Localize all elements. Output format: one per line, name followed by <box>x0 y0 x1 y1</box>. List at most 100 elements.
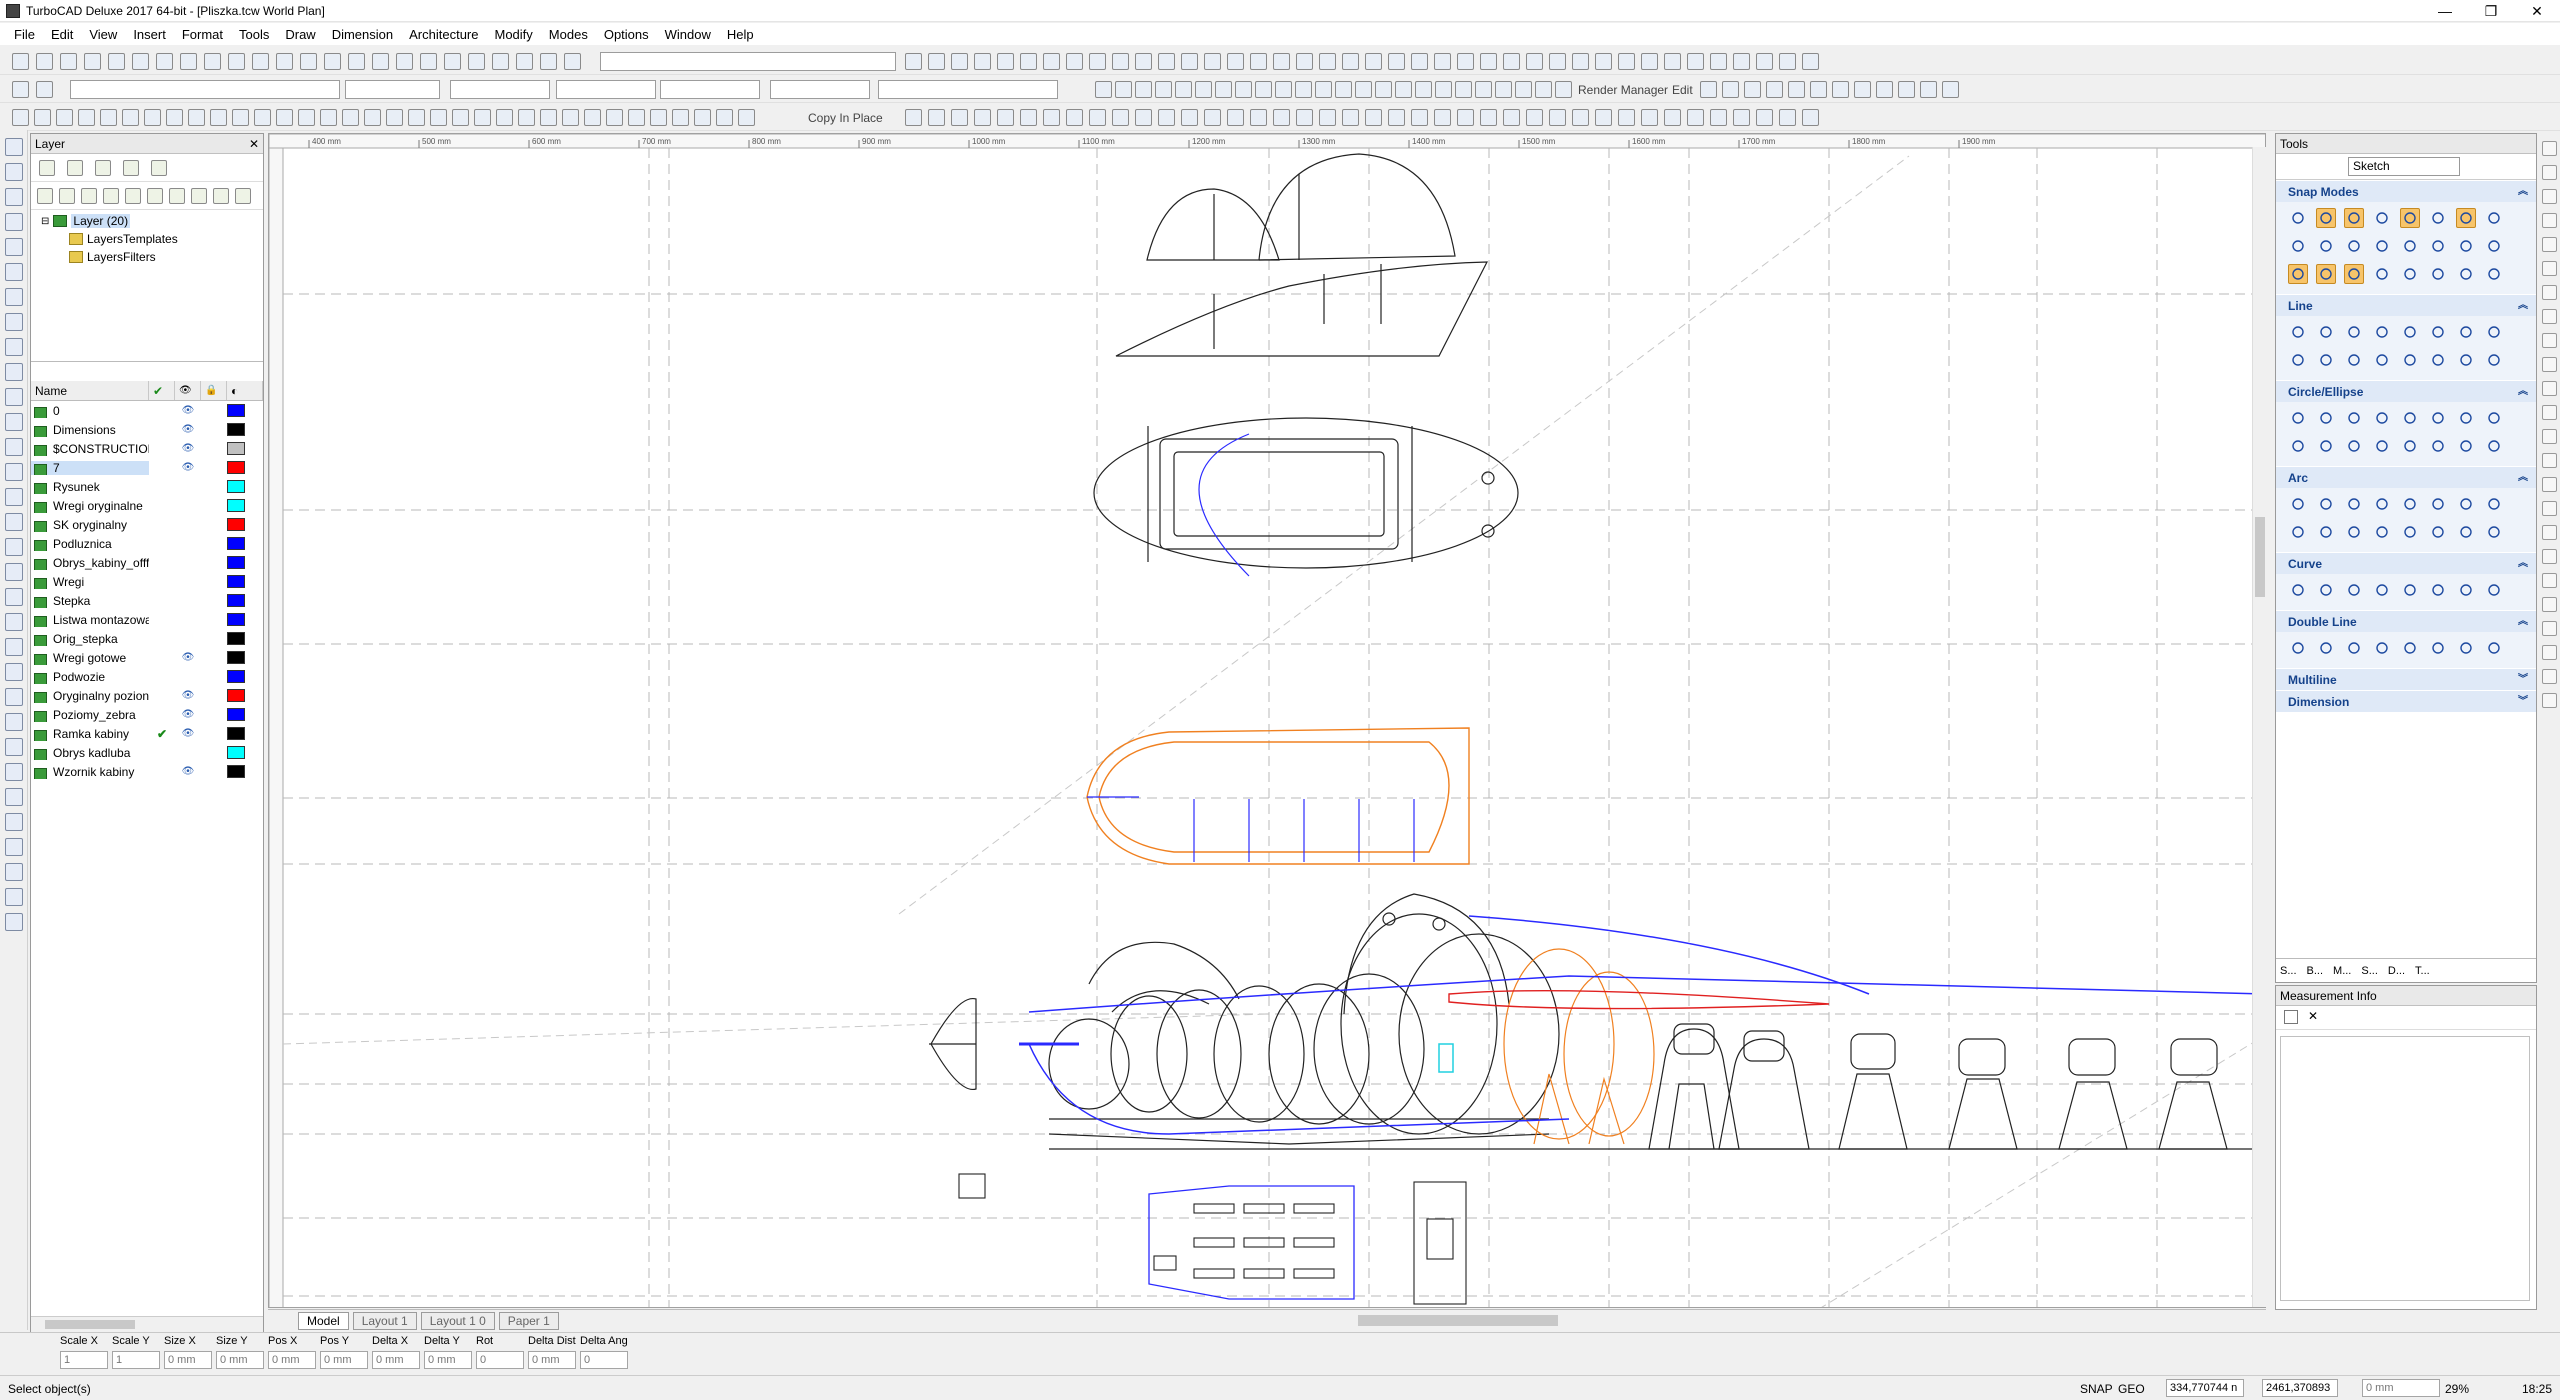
toolbar-icon[interactable] <box>1779 109 1796 126</box>
tool-icon[interactable] <box>2344 436 2364 456</box>
layer-row[interactable]: Wregi <box>31 572 263 591</box>
layer-color-swatch[interactable] <box>227 689 245 702</box>
toolbar-icon[interactable] <box>540 53 557 70</box>
menu-modes[interactable]: Modes <box>549 27 588 42</box>
toolbar-icon[interactable] <box>125 188 141 204</box>
layer-row[interactable]: Orig_stepka <box>31 629 263 648</box>
layer-visibility-toggle[interactable]: 👁 <box>175 766 201 777</box>
layer-visibility-toggle[interactable]: 👁 <box>175 709 201 720</box>
inspector-field[interactable]: 1 <box>112 1351 160 1369</box>
toolbar-icon[interactable] <box>430 109 447 126</box>
close-button[interactable]: ✕ <box>2514 0 2560 22</box>
toolbar-icon[interactable] <box>144 109 161 126</box>
menu-help[interactable]: Help <box>727 27 754 42</box>
chevron-down-icon[interactable]: ︾ <box>2518 691 2528 713</box>
tools-section-header[interactable]: Double Line ︽ <box>2276 610 2536 632</box>
toolbar-icon[interactable] <box>81 188 97 204</box>
toolbar-icon[interactable] <box>235 188 251 204</box>
toolbar-icon[interactable] <box>122 109 139 126</box>
view-tool-icon[interactable] <box>2542 477 2557 492</box>
toolbar-icon[interactable] <box>1155 81 1172 98</box>
toolbar-icon[interactable] <box>191 188 207 204</box>
drawing-canvas[interactable]: 400 mm 500 mm 600 mm 700 mm 800 mm 900 mm 1000… <box>268 133 2266 1308</box>
tool-icon[interactable] <box>2456 494 2476 514</box>
draw-tool-icon[interactable] <box>5 663 23 681</box>
tools-bottom-tab[interactable]: S... <box>2361 965 2378 977</box>
draw-tool-icon[interactable] <box>5 913 23 931</box>
tool-icon[interactable] <box>2484 436 2504 456</box>
tool-icon[interactable] <box>2288 322 2308 342</box>
tool-icon[interactable] <box>2428 638 2448 658</box>
layer-row[interactable]: Stepka <box>31 591 263 610</box>
tool-icon[interactable] <box>2316 350 2336 370</box>
toolbar-icon[interactable] <box>1135 81 1152 98</box>
toolbar-icon[interactable] <box>672 109 689 126</box>
layer-color-swatch[interactable] <box>227 708 245 721</box>
toolbar-icon[interactable] <box>1756 109 1773 126</box>
tool-icon[interactable] <box>2400 350 2420 370</box>
tool-icon[interactable] <box>2484 208 2504 228</box>
layer-name[interactable]: Ramka kabiny <box>31 727 149 741</box>
toolbar-icon[interactable] <box>1595 53 1612 70</box>
layer-name[interactable]: Wregi oryginalne <box>31 499 149 513</box>
toolbar-icon[interactable] <box>300 53 317 70</box>
tool-icon[interactable] <box>2428 236 2448 256</box>
view-tool-icon[interactable] <box>2542 285 2557 300</box>
toolbar-icon[interactable] <box>1315 81 1332 98</box>
tools-bottom-tab[interactable]: S... <box>2280 965 2297 977</box>
toolbar-icon[interactable] <box>1710 109 1727 126</box>
layer-color-swatch[interactable] <box>227 423 245 436</box>
draw-tool-icon[interactable] <box>5 813 23 831</box>
layer-name[interactable]: Rysunek <box>31 480 149 494</box>
tool-icon[interactable] <box>2372 350 2392 370</box>
toolbar-icon[interactable] <box>1115 81 1132 98</box>
tool-icon[interactable] <box>2400 580 2420 600</box>
chevron-up-icon[interactable]: ︽ <box>2518 381 2528 403</box>
toolbar-icon[interactable] <box>1664 109 1681 126</box>
layer-name[interactable]: Obrys kadluba <box>31 746 149 760</box>
toolbar-icon[interactable] <box>103 188 119 204</box>
chevron-up-icon[interactable]: ︽ <box>2518 295 2528 317</box>
toolbar-icon[interactable] <box>34 109 51 126</box>
tool-icon[interactable] <box>2372 408 2392 428</box>
toolbar-icon[interactable] <box>1434 53 1451 70</box>
menu-insert[interactable]: Insert <box>133 27 166 42</box>
tool-icon[interactable] <box>2456 322 2476 342</box>
tools-section-header[interactable]: Circle/Ellipse ︽ <box>2276 380 2536 402</box>
layer-row[interactable]: Podwozie <box>31 667 263 686</box>
layer-row[interactable]: Wregi oryginalne <box>31 496 263 515</box>
toolbar-icon[interactable] <box>108 53 125 70</box>
toolbar-icon[interactable] <box>1066 53 1083 70</box>
layer-row[interactable]: 0 👁 <box>31 401 263 420</box>
layer-row[interactable]: Podluznica <box>31 534 263 553</box>
menu-file[interactable]: File <box>14 27 35 42</box>
toolbar-icon[interactable] <box>95 160 111 176</box>
toolbar-icon[interactable] <box>1395 81 1412 98</box>
tool-icon[interactable] <box>2428 522 2448 542</box>
view-tool-icon[interactable] <box>2542 405 2557 420</box>
menu-options[interactable]: Options <box>604 27 649 42</box>
toolbar-icon[interactable] <box>59 188 75 204</box>
tool-icon[interactable] <box>2316 408 2336 428</box>
layer-name[interactable]: Dimensions <box>31 423 149 437</box>
snap-indicator[interactable]: SNAP <box>2080 1382 2113 1396</box>
layer-color-swatch[interactable] <box>227 746 245 759</box>
tool-icon[interactable] <box>2372 264 2392 284</box>
layer-name[interactable]: Poziomy_zebra <box>31 708 149 722</box>
toolbar-icon[interactable] <box>147 188 163 204</box>
toolbar-icon[interactable] <box>905 53 922 70</box>
tool-icon[interactable] <box>2456 638 2476 658</box>
tool-icon[interactable] <box>2428 264 2448 284</box>
toolbar-icon[interactable] <box>564 53 581 70</box>
grid-icon[interactable] <box>2284 1010 2298 1024</box>
toolbar-icon[interactable] <box>213 188 229 204</box>
toolbar-icon[interactable] <box>342 109 359 126</box>
tool-icon[interactable] <box>2456 436 2476 456</box>
toolbar-icon[interactable] <box>420 53 437 70</box>
toolbar-icon[interactable] <box>204 53 221 70</box>
layer-color-swatch[interactable] <box>227 670 245 683</box>
view-tool-icon[interactable] <box>2542 429 2557 444</box>
toolbar-icon[interactable] <box>1342 109 1359 126</box>
toolbar-icon[interactable] <box>1802 109 1819 126</box>
layer-visibility-toggle[interactable]: 👁 <box>175 728 201 739</box>
